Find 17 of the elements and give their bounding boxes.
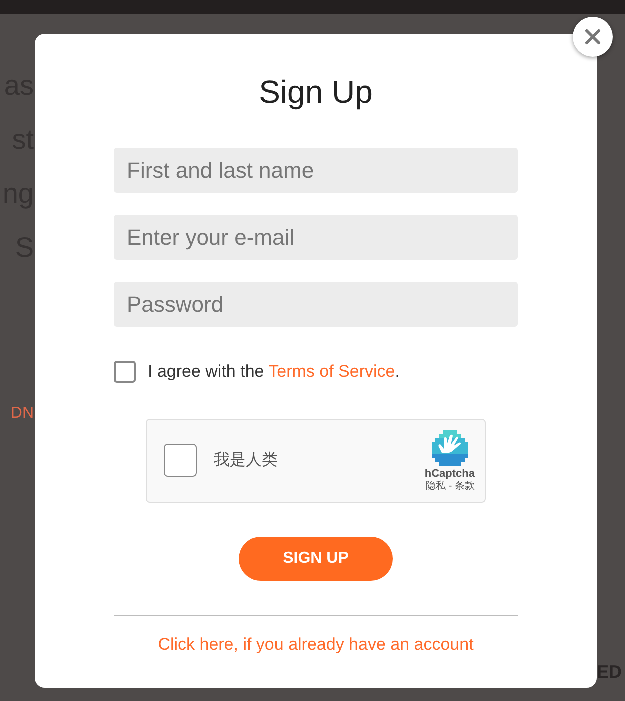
hand-logo-icon [430,428,469,466]
sign-up-button[interactable]: SIGN UP [239,536,393,580]
captcha-brand: hCaptcha [424,466,475,480]
close-button[interactable] [573,17,613,57]
captcha-checkbox[interactable] [164,444,197,477]
agree-label: I agree with the Terms of Service. [148,361,400,383]
dialog-title: Sign Up [259,73,373,112]
input-field[interactable]: Password [114,282,518,327]
input-field[interactable]: First and last name [114,148,518,193]
login-link[interactable]: Click here, if you already have an account [158,632,474,657]
terms-link[interactable]: Terms of Service [268,362,396,381]
captcha-links: 隐私 - 条款 [426,480,475,492]
close-icon [585,29,601,45]
captcha-label: 我是人类 [214,450,279,470]
background-link-text: DN [10,404,34,424]
input-field[interactable]: Enter your e-mail [114,215,518,260]
checkbox[interactable] [114,360,136,383]
